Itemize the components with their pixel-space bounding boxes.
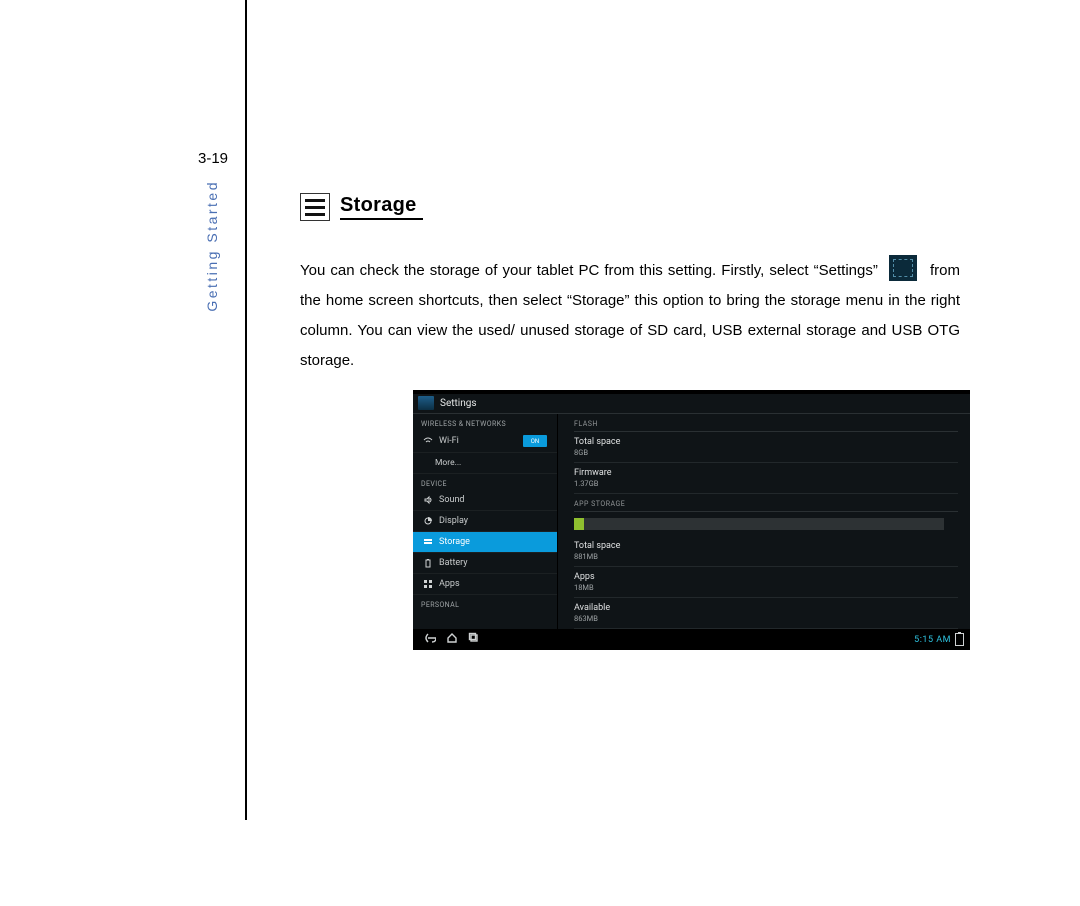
apps-icon [423,579,433,589]
section-title: Storage [340,194,423,220]
settings-title: Settings [440,398,477,409]
status-battery-icon [955,633,964,646]
nav-item-storage[interactable]: Storage [413,532,557,553]
status-clock: 5:15 AM [914,635,951,645]
battery-icon [423,558,433,568]
flash-total-row[interactable]: Total space 8GB [574,432,958,463]
body-text-part-1: You can check the storage of your tablet… [300,262,878,279]
settings-app-icon [889,255,917,281]
recent-apps-button[interactable] [463,632,485,647]
category-wireless: WIRELESS & NETWORKS [413,414,557,430]
nav-item-apps[interactable]: Apps [413,574,557,595]
nav-item-label: Storage [439,537,470,547]
page-number: 3-19 [198,151,228,166]
settings-right-column: FLASH Total space 8GB Firmware 1.37GB AP… [558,414,970,629]
appstorage-available-row[interactable]: Available 863MB [574,598,958,629]
nav-item-label: Battery [439,558,468,568]
kv-key: Available [574,603,958,613]
wifi-icon [423,436,433,446]
android-navbar: 5:15 AM [413,629,970,650]
nav-item-label: Sound [439,495,464,505]
storage-icon [300,193,330,221]
kv-value: 8GB [574,448,958,457]
settings-left-column: WIRELESS & NETWORKS Wi-Fi ON More... DEV… [413,414,558,629]
kv-value: 863MB [574,614,958,623]
appstorage-header: APP STORAGE [574,494,958,512]
flash-header: FLASH [574,414,958,432]
nav-item-label: Display [439,516,468,526]
kv-key: Total space [574,541,958,551]
category-personal: PERSONAL [413,595,557,611]
kv-value: 881MB [574,552,958,561]
nav-item-label: Wi-Fi [439,436,459,446]
nav-item-more[interactable]: More... [413,453,557,474]
settings-title-bar: Settings [413,394,970,414]
wifi-toggle[interactable]: ON [523,435,547,447]
appstorage-total-row[interactable]: Total space 881MB [574,536,958,567]
body-text-part-2: from [930,262,960,279]
kv-value: 18MB [574,583,958,592]
nav-item-sound[interactable]: Sound [413,490,557,511]
appstorage-apps-row[interactable]: Apps 18MB [574,567,958,598]
kv-value: 1.37GB [574,479,958,488]
sound-icon [423,495,433,505]
kv-key: Total space [574,437,958,447]
body-paragraph: You can check the storage of your tablet… [300,255,960,376]
flash-firmware-row[interactable]: Firmware 1.37GB [574,463,958,494]
storage-nav-icon [423,537,433,547]
kv-key: Firmware [574,468,958,478]
category-device: DEVICE [413,474,557,490]
display-icon [423,516,433,526]
body-text-part-3: the home screen shortcuts, then select “… [300,292,960,369]
vertical-page-rule [245,0,247,820]
back-button[interactable] [419,632,441,647]
section-heading: Storage [300,193,960,221]
settings-app-launcher-icon [418,396,434,410]
nav-item-wifi[interactable]: Wi-Fi ON [413,430,557,453]
kv-key: Apps [574,572,958,582]
nav-item-display[interactable]: Display [413,511,557,532]
android-settings-screenshot: Settings WIRELESS & NETWORKS Wi-Fi ON Mo… [413,390,970,650]
running-head: Getting Started [204,180,220,312]
appstorage-bar [574,518,944,530]
nav-item-battery[interactable]: Battery [413,553,557,574]
nav-item-label: Apps [439,579,460,589]
appstorage-bar-fill [574,518,584,530]
home-button[interactable] [441,632,463,647]
